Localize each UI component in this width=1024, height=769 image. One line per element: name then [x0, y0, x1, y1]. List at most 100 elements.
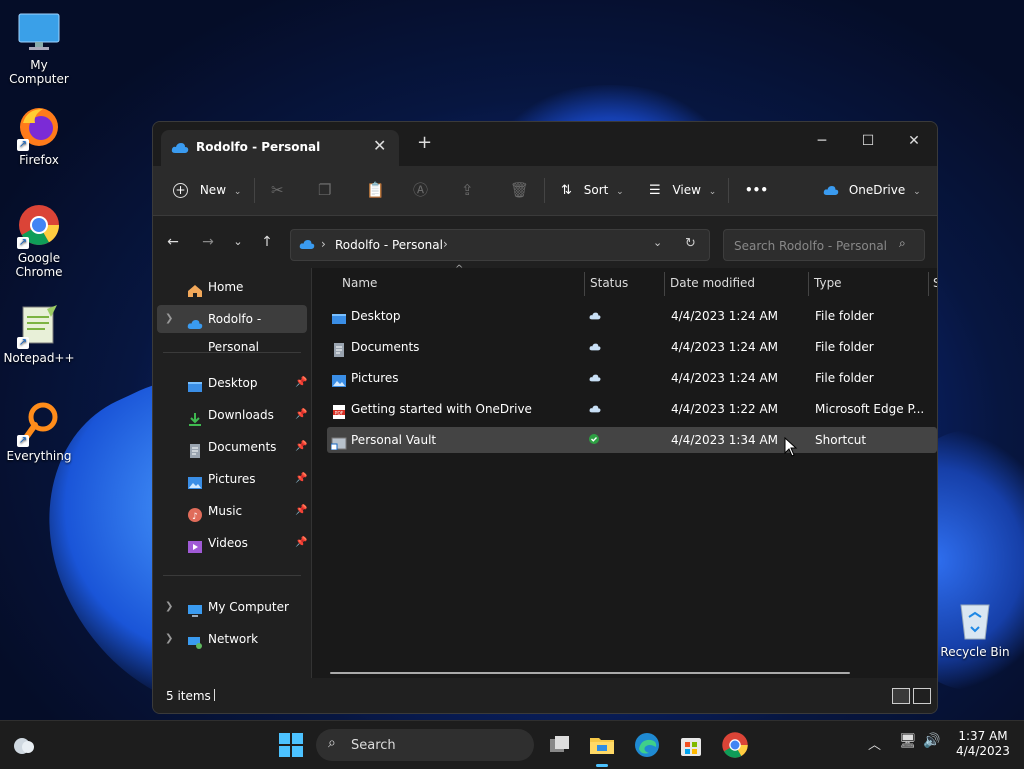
more-options-button[interactable]: •••	[745, 166, 768, 215]
weather-widget-icon[interactable]	[10, 731, 38, 759]
shortcut-arrow-icon: ↗	[17, 337, 29, 349]
back-button[interactable]: ←	[161, 230, 185, 254]
file-row[interactable]: Personal Vault 4/4/2023 1:34 AM Shortcut	[327, 427, 937, 453]
rename-button[interactable]: Ⓐ	[413, 166, 428, 215]
start-button[interactable]	[277, 731, 305, 759]
desktop-icon-label: Google Chrome	[15, 251, 63, 279]
file-explorer-taskbar-icon[interactable]	[588, 731, 616, 767]
nav-item-my-computer[interactable]: ❯ My Computer	[157, 593, 307, 621]
desktop-icon-label: Recycle Bin	[940, 645, 1010, 659]
nav-item-documents[interactable]: Documents 📌	[157, 433, 307, 461]
pin-icon[interactable]: 📌	[295, 401, 307, 429]
recent-locations-button[interactable]: ⌄	[226, 230, 250, 254]
nav-item-music[interactable]: ♪ Music 📌	[157, 497, 307, 525]
breadcrumb-item[interactable]: Rodolfo - Personal	[335, 238, 443, 252]
copy-button[interactable]: ❐	[318, 166, 331, 215]
file-row[interactable]: Pictures 4/4/2023 1:24 AM File folder	[327, 365, 937, 391]
desktop-folder-icon	[187, 376, 203, 392]
mouse-cursor-icon	[784, 437, 798, 457]
delete-button[interactable]: 🗑	[510, 166, 529, 215]
column-header-size[interactable]: S	[933, 268, 937, 298]
tab-close-button[interactable]: ✕	[373, 136, 386, 155]
chevron-up-icon[interactable]: ︿	[868, 734, 881, 753]
file-type: File folder	[815, 309, 874, 323]
column-header-type[interactable]: Type	[814, 268, 842, 298]
nav-item-label: Music	[208, 504, 243, 518]
nav-item-label: My Computer	[208, 600, 289, 614]
network-icon	[187, 632, 203, 649]
nav-item-onedrive[interactable]: ❯ Rodolfo - Personal	[157, 305, 307, 354]
share-button[interactable]: ⇪	[461, 166, 474, 215]
address-bar[interactable]: › Rodolfo - Personal › ⌄ ↻	[290, 229, 710, 261]
column-header-status[interactable]: Status	[590, 268, 628, 298]
refresh-icon[interactable]: ↻	[685, 236, 696, 251]
volume-icon[interactable]: 🔊	[923, 733, 940, 749]
nav-item-label: Network	[208, 632, 259, 646]
column-header-date-modified[interactable]: Date modified	[670, 268, 755, 298]
microsoft-store-icon[interactable]	[677, 731, 705, 759]
sort-ascending-caret-icon: ^	[455, 264, 464, 275]
cut-button[interactable]: ✂	[271, 166, 284, 215]
synced-check-icon	[589, 427, 599, 453]
file-row[interactable]: PDF Getting started with OneDrive 4/4/20…	[327, 396, 937, 422]
forward-button[interactable]: →	[196, 230, 220, 254]
item-count: 5 items	[166, 689, 211, 703]
nav-item-network[interactable]: ❯ Network	[157, 625, 307, 653]
new-tab-button[interactable]: +	[417, 132, 432, 153]
onedrive-cloud-icon	[171, 142, 189, 157]
nav-item-label: Desktop	[208, 376, 258, 390]
desktop-icon-everything[interactable]: ↗ Everything	[1, 401, 77, 463]
search-input[interactable]	[732, 236, 896, 256]
system-clock[interactable]: 1:37 AM 4/4/2023	[948, 729, 1018, 759]
chevron-down-icon: ⌄	[616, 187, 624, 197]
minimize-button[interactable]: ─	[799, 126, 845, 156]
desktop-icon-recycle-bin[interactable]: Recycle Bin	[937, 597, 1013, 659]
chevron-right-icon[interactable]: ❯	[165, 593, 173, 621]
chrome-taskbar-icon[interactable]	[721, 731, 749, 759]
tab-rodolfo-personal[interactable]: Rodolfo - Personal ✕	[161, 130, 399, 166]
maximize-button[interactable]: ☐	[845, 126, 891, 156]
chevron-right-icon[interactable]: ❯	[165, 305, 173, 333]
nav-item-videos[interactable]: Videos 📌	[157, 529, 307, 557]
desktop-icon-notepadpp[interactable]: ↗ Notepad++	[1, 303, 77, 365]
desktop-icon-my-computer[interactable]: My Computer	[1, 10, 77, 86]
new-button[interactable]: + New ⌄	[173, 166, 241, 215]
pin-icon[interactable]: 📌	[295, 369, 307, 397]
chevron-right-icon[interactable]: ❯	[165, 625, 173, 653]
search-box[interactable]: ⌕	[723, 229, 925, 261]
title-bar[interactable]: Rodolfo - Personal ✕ + ─ ☐ ✕	[153, 122, 937, 166]
file-row[interactable]: Desktop 4/4/2023 1:24 AM File folder	[327, 303, 937, 329]
horizontal-scrollbar[interactable]	[330, 672, 850, 674]
address-history-dropdown[interactable]: ⌄	[653, 236, 662, 249]
up-button[interactable]: ↑	[255, 230, 279, 254]
column-separator[interactable]	[584, 272, 585, 296]
column-header-name[interactable]: Name	[342, 268, 377, 298]
details-view-button[interactable]	[892, 688, 910, 704]
desktop-icon-label: Notepad++	[3, 351, 75, 365]
desktop-icon-firefox[interactable]: ↗ Firefox	[1, 105, 77, 167]
edge-icon[interactable]	[633, 731, 661, 759]
network-tray-icon[interactable]: 🖥	[899, 733, 917, 749]
sort-button[interactable]: ⇅ Sort ⌄	[561, 166, 624, 215]
close-window-button[interactable]: ✕	[891, 126, 937, 156]
nav-item-desktop[interactable]: Desktop 📌	[157, 369, 307, 397]
view-button[interactable]: ☰ View ⌄	[649, 166, 716, 215]
onedrive-button[interactable]: OneDrive ⌄	[823, 166, 921, 215]
pin-icon[interactable]: 📌	[295, 497, 307, 525]
desktop-icon-chrome[interactable]: ↗ Google Chrome	[1, 203, 77, 279]
pin-icon[interactable]: 📌	[295, 433, 307, 461]
pin-icon[interactable]: 📌	[295, 465, 307, 493]
nav-item-home[interactable]: Home	[157, 273, 307, 301]
tiles-view-button[interactable]	[913, 688, 931, 704]
pin-icon[interactable]: 📌	[295, 529, 307, 557]
paste-button[interactable]: 📋	[366, 166, 385, 215]
column-separator[interactable]	[664, 272, 665, 296]
taskbar-search-box[interactable]: ⌕ Search	[316, 729, 534, 761]
nav-item-downloads[interactable]: Downloads 📌	[157, 401, 307, 429]
search-icon: ⌕	[899, 236, 906, 250]
column-separator[interactable]	[808, 272, 809, 296]
task-view-icon[interactable]	[546, 731, 574, 759]
nav-item-pictures[interactable]: Pictures 📌	[157, 465, 307, 493]
column-separator[interactable]	[928, 272, 929, 296]
file-row[interactable]: Documents 4/4/2023 1:24 AM File folder	[327, 334, 937, 360]
